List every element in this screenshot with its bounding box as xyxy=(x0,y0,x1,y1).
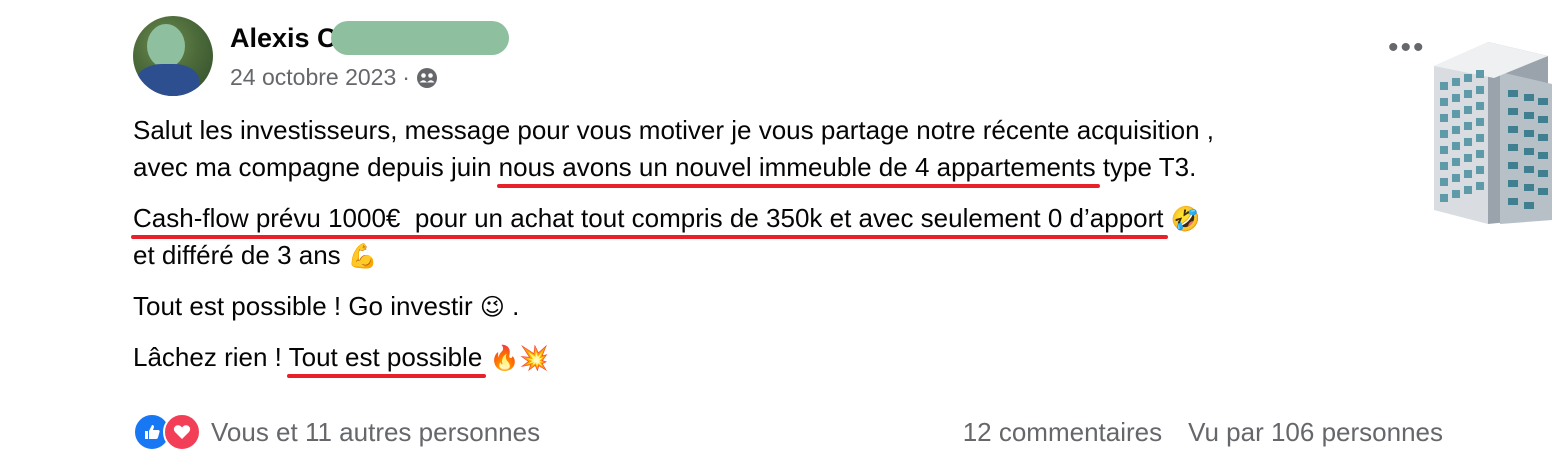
flexed-biceps-emoji-icon: 💪 xyxy=(347,243,378,271)
avatar-face-redaction xyxy=(147,24,185,68)
post-meta: 24 octobre 2023 · xyxy=(230,64,438,91)
love-icon xyxy=(163,413,201,451)
author-name[interactable]: Alexis C xyxy=(230,23,337,54)
winking-face-emoji-icon: 😉 xyxy=(479,294,505,322)
body-line-1: Salut les investisseurs, message pour vo… xyxy=(133,115,1214,145)
body-line-5-text: Tout est possible ! Go investir xyxy=(133,291,480,321)
underlined-text-possible: Tout est possible xyxy=(288,342,483,372)
comments-count[interactable]: 12 commentaires xyxy=(963,417,1162,448)
body-line-5-post: . xyxy=(504,291,520,321)
body-line-2-post: type T3. xyxy=(1095,152,1197,182)
rolling-laughing-emoji-icon: 🤣 xyxy=(1170,206,1201,234)
more-options-icon[interactable]: ••• xyxy=(1388,33,1426,63)
name-redaction xyxy=(330,21,509,55)
body-line-6: Lâchez rien ! Tout est possible 🔥💥 xyxy=(133,339,1433,376)
body-line-2: avec ma compagne depuis juin nous avons … xyxy=(133,149,1433,186)
office-building-icon xyxy=(1430,38,1554,226)
body-line-3: Cash-flow prévu 1000€ pour un achat tout… xyxy=(133,200,1433,237)
friends-icon[interactable] xyxy=(416,67,438,89)
post-date[interactable]: 24 octobre 2023 xyxy=(230,64,396,91)
reactions-summary[interactable]: Vous et 11 autres personnes xyxy=(211,417,540,448)
body-line-5: Tout est possible ! Go investir 😉 . xyxy=(133,288,1433,325)
meta-separator: · xyxy=(402,64,410,90)
underlined-text-cashflow: Cash-flow prévu 1000€ pour un achat tout… xyxy=(133,203,1164,233)
underlined-text-immeuble: nous avons un nouvel immeuble de 4 appar… xyxy=(498,152,1096,182)
fire-collision-emoji-icon: 🔥💥 xyxy=(489,345,550,373)
author-row: Alexis C xyxy=(230,18,509,58)
post-body: Salut les investisseurs, message pour vo… xyxy=(133,112,1433,376)
reaction-icons[interactable] xyxy=(133,413,201,451)
body-line-2-pre: avec ma compagne depuis juin xyxy=(133,152,499,182)
body-line-6-pre: Lâchez rien ! xyxy=(133,342,289,372)
avatar-body xyxy=(137,64,199,96)
views-count[interactable]: Vu par 106 personnes xyxy=(1188,417,1443,448)
avatar[interactable] xyxy=(133,16,213,96)
footer-stats: 12 commentaires Vu par 106 personnes xyxy=(963,417,1443,448)
body-line-4-text: et différé de 3 ans xyxy=(133,240,348,270)
post-footer: Vous et 11 autres personnes 12 commentai… xyxy=(133,412,1443,452)
body-line-4: et différé de 3 ans 💪 xyxy=(133,237,1433,274)
